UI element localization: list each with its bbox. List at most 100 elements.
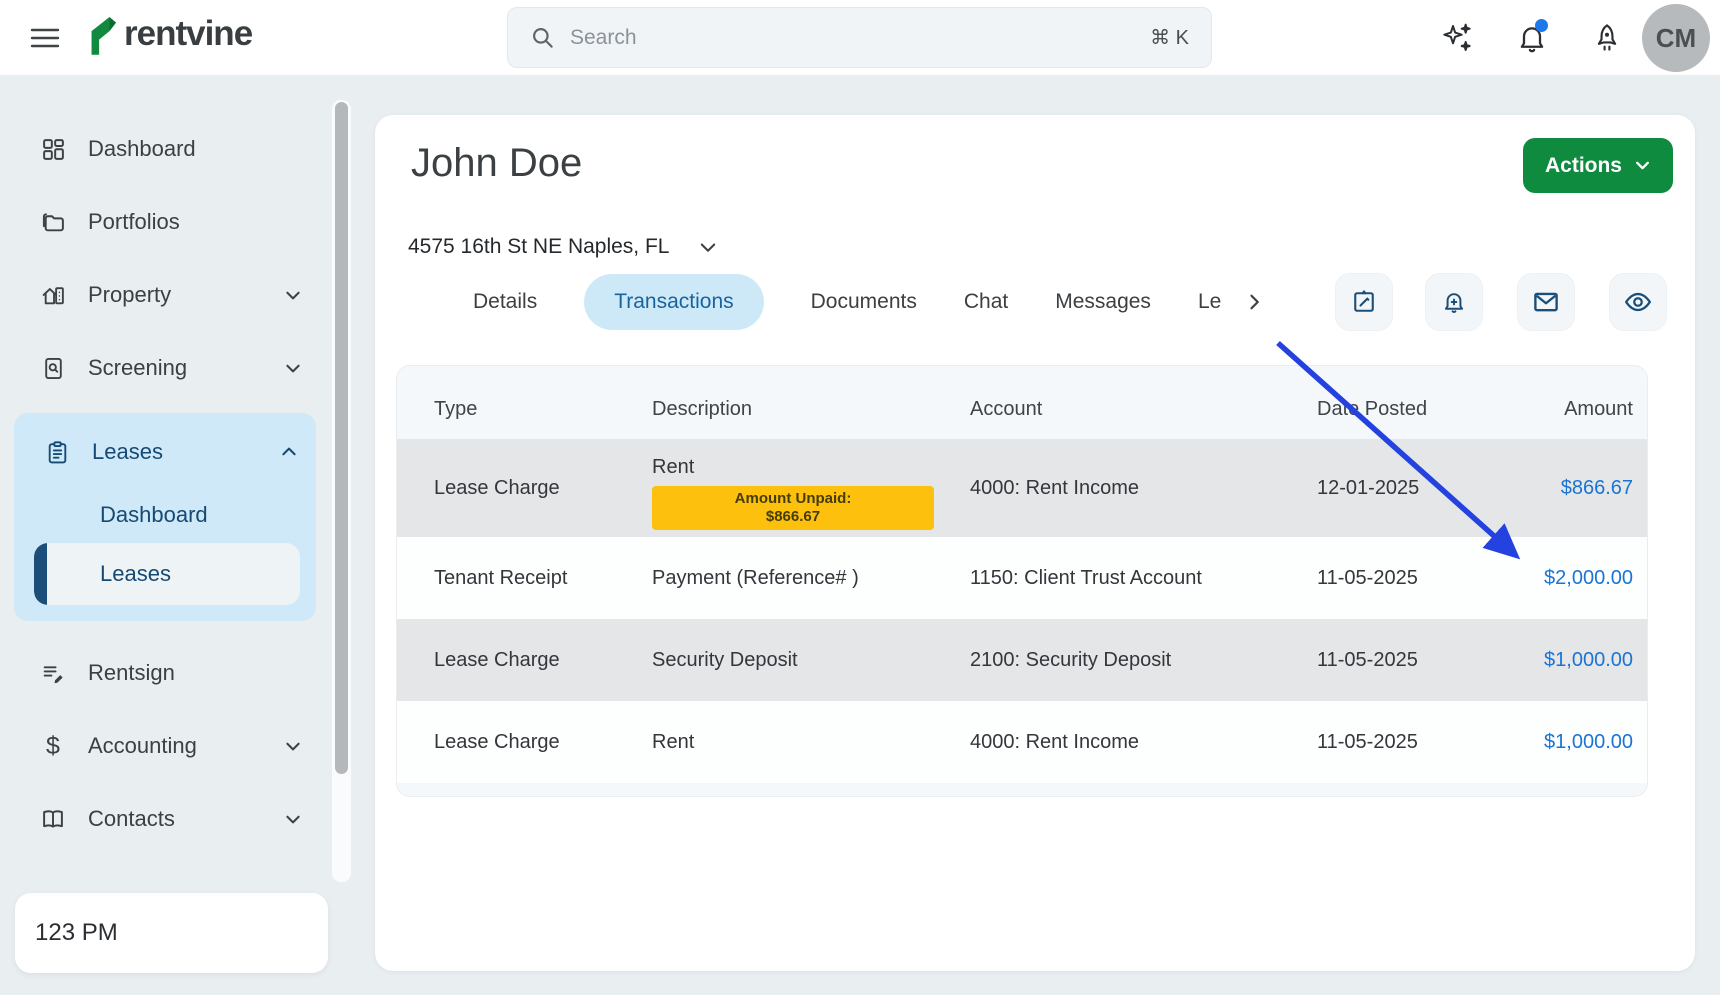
column-header-description: Description [652,398,970,421]
cell-date-posted: 11-05-2025 [1317,731,1507,754]
sidebar-item-label: Rentsign [88,660,302,686]
sidebar-item-label: Accounting [88,733,262,759]
contacts-book-icon [40,806,66,832]
sidebar-item-label: Dashboard [88,136,302,162]
cell-description: Rent Amount Unpaid: $866.67 [652,439,970,537]
transaction-row[interactable]: Lease Charge Security Deposit 2100: Secu… [397,619,1647,701]
notifications-bell-icon[interactable] [1515,21,1549,55]
sidebar-item-rentsign[interactable]: Rentsign [14,645,316,701]
mail-envelope-icon [1531,287,1561,317]
time-text: 123 PM [35,919,118,947]
menu-icon[interactable] [27,22,63,54]
transactions-table: Type Description Account Date Posted Amo… [396,365,1648,797]
avatar-initials: CM [1656,23,1696,54]
column-header-account: Account [970,398,1317,421]
screening-doc-magnifier-icon [40,355,66,381]
tab-transactions[interactable]: Transactions [584,274,763,330]
user-avatar[interactable]: CM [1642,4,1710,72]
address-selector[interactable]: 4575 16th St NE Naples, FL [408,235,718,259]
active-indicator-bar [34,543,47,605]
transaction-row[interactable]: Tenant Receipt Payment (Reference# ) 115… [397,537,1647,619]
sidebar-item-label: Property [88,282,262,308]
sidebar-item-portfolios[interactable]: Portfolios [14,194,316,250]
search-icon [530,25,556,51]
cell-description: Rent [652,731,970,754]
page-title: John Doe [411,141,582,186]
cell-description: Security Deposit [652,649,970,672]
rentvine-logo-text: rentvine [124,14,252,54]
chevron-up-icon [280,443,298,461]
sidebar-item-property[interactable]: Property [14,267,316,323]
sidebar-item-leases[interactable]: Leases [18,423,312,481]
subitem-label: Dashboard [100,502,208,528]
notification-dot [1535,19,1548,32]
tab-chat[interactable]: Chat [964,290,1008,314]
sidebar-scrollbar-track[interactable] [332,100,351,882]
sidebar-item-accounting[interactable]: $ Accounting [14,718,316,774]
cell-date-posted: 12-01-2025 [1317,477,1507,500]
sidebar-item-label: Portfolios [88,209,302,235]
cell-amount-link[interactable]: $866.67 [1507,477,1633,500]
subitem-label: Leases [100,561,171,587]
actions-label: Actions [1545,154,1622,178]
search-shortcut: ⌘ K [1150,25,1189,50]
transaction-row[interactable]: Lease Charge Rent Amount Unpaid: $866.67… [397,439,1647,537]
sidebar-subitem-leases-dashboard[interactable]: Dashboard [18,487,312,543]
column-header-amount: Amount [1507,398,1633,421]
lease-detail-card: John Doe 4575 16th St NE Naples, FL Acti… [375,115,1695,971]
sidebar-footer-time-card: 123 PM [15,893,328,973]
edit-note-icon [1350,288,1378,316]
chevron-down-icon [284,359,302,377]
cell-type: Tenant Receipt [434,567,652,590]
chevron-down-icon [698,237,718,257]
transaction-row[interactable]: Lease Charge Rent 4000: Rent Income 11-0… [397,701,1647,783]
cell-amount-link[interactable]: $1,000.00 [1507,731,1633,754]
dollar-icon: $ [40,733,66,759]
rentvine-logo-icon [84,11,118,57]
actions-button[interactable]: Actions [1523,138,1673,193]
cell-amount-link[interactable]: $1,000.00 [1507,649,1633,672]
chevron-down-icon [284,286,302,304]
sparkles-icon[interactable] [1440,21,1474,55]
sidebar-item-screening[interactable]: Screening [14,340,316,396]
description-text: Rent [652,456,970,479]
tab-documents[interactable]: Documents [811,290,917,314]
search-bar[interactable]: ⌘ K [507,7,1212,68]
badge-label: Amount Unpaid: [735,490,852,507]
amount-unpaid-badge: Amount Unpaid: $866.67 [652,486,934,530]
sidebar-scrollbar-thumb[interactable] [335,102,348,774]
dashboard-grid-icon [40,136,66,162]
add-reminder-button[interactable] [1425,273,1483,331]
eye-icon [1623,287,1653,317]
edit-note-button[interactable] [1335,273,1393,331]
tab-details[interactable]: Details [473,290,537,314]
search-input[interactable] [570,26,1136,50]
topbar: rentvine ⌘ K CM [0,0,1720,75]
cell-type: Lease Charge [434,477,652,500]
sidebar-item-dashboard[interactable]: Dashboard [14,121,316,177]
tab-le-truncated[interactable]: Le [1198,290,1221,314]
cell-amount-link[interactable]: $2,000.00 [1507,567,1633,590]
tabs-scroll-right-chevron-icon[interactable] [1244,292,1264,312]
sidebar-subitem-leases-leases[interactable]: Leases [34,543,300,605]
sidebar-item-label: Leases [92,439,258,465]
tab-bar: Details Transactions Documents Chat Mess… [375,271,1695,333]
chevron-down-icon [284,737,302,755]
chevron-down-icon [284,810,302,828]
tab-messages[interactable]: Messages [1055,290,1151,314]
rentvine-logo[interactable]: rentvine [84,11,252,57]
cell-type: Lease Charge [434,731,652,754]
cell-description: Payment (Reference# ) [652,567,970,590]
property-house-icon [40,282,66,308]
send-mail-button[interactable] [1517,273,1575,331]
preview-button[interactable] [1609,273,1667,331]
table-header-row: Type Description Account Date Posted Amo… [397,366,1647,439]
bell-plus-icon [1440,288,1468,316]
cell-date-posted: 11-05-2025 [1317,649,1507,672]
cell-account: 1150: Client Trust Account [970,567,1317,590]
sidebar: Dashboard Portfolios Property [0,75,330,995]
sidebar-item-contacts[interactable]: Contacts [14,791,316,847]
rocket-icon[interactable] [1590,21,1624,55]
leases-clipboard-icon [44,439,70,465]
cell-account: 2100: Security Deposit [970,649,1317,672]
